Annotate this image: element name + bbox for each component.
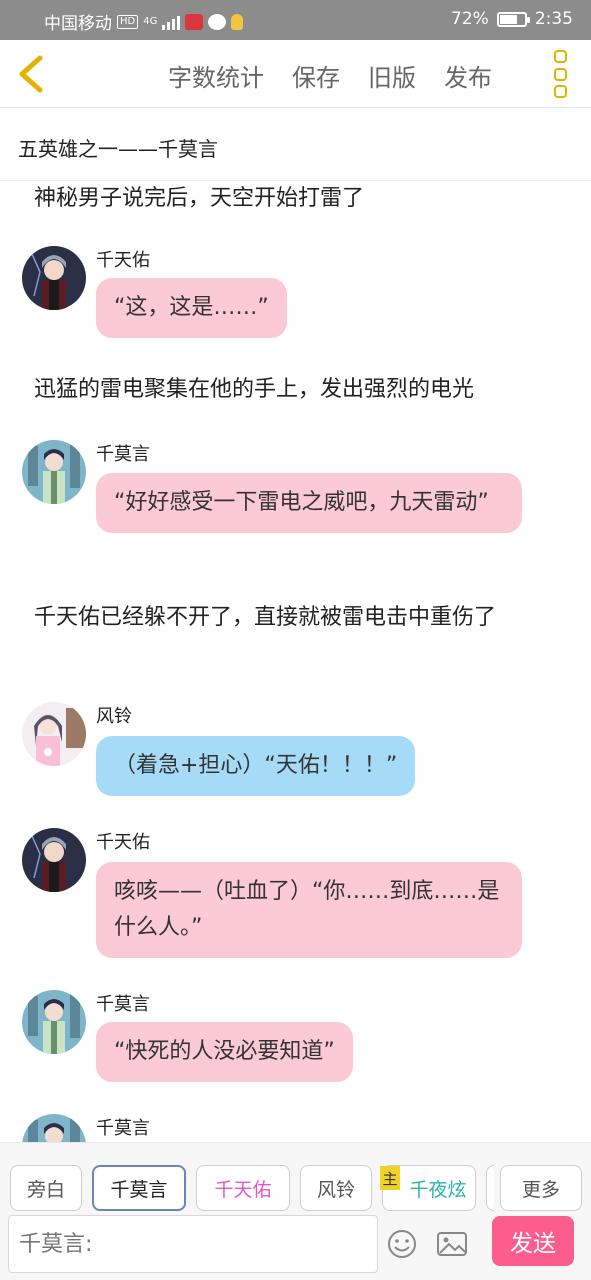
avatar-qianmoyan[interactable] (22, 990, 86, 1054)
more-vertical-icon[interactable] (550, 50, 570, 98)
battery-icon (496, 11, 530, 27)
message-bubble[interactable]: “好好感受一下雷电之威吧，九天雷动” (96, 473, 522, 533)
story-title: 五英雄之一——千莫言 (18, 137, 218, 161)
speaker-name: 风铃 (96, 706, 132, 727)
avatar-qiantianyou[interactable] (22, 828, 86, 892)
editor-toolbar: 字数统计 保存 旧版 发布 (0, 40, 591, 108)
battery-fill (499, 14, 517, 24)
signal-icon (162, 14, 181, 30)
message-bubble[interactable]: “快死的人没必要知道” (96, 1022, 353, 1082)
status-left: 中国移动 HD 4G (44, 9, 244, 34)
publish-button[interactable]: 发布 (444, 58, 492, 93)
speaker-name: 千莫言 (96, 994, 150, 1015)
avatar-qianmoyan[interactable] (22, 1114, 86, 1142)
speaker-name: 千莫言 (96, 444, 150, 465)
chevron-left-icon (19, 55, 43, 93)
message-bubble[interactable]: “这，这是……” (96, 278, 287, 338)
app-notification-icon (185, 13, 204, 30)
hd-indicator: HD (117, 14, 139, 29)
speaker-name: 千莫言 (96, 1118, 150, 1139)
narration-text: 神秘男子说完后，天空开始打雷了 (34, 186, 365, 211)
character-chip-qianmoyan[interactable]: 千莫言 (92, 1165, 186, 1211)
story-title-bar[interactable]: 五英雄之一——千莫言 (0, 109, 591, 181)
save-button[interactable]: 保存 (292, 58, 340, 93)
input-row: 发送 (0, 1212, 591, 1280)
message-bubble[interactable]: （着急+担心）“天佑！！！” (96, 736, 416, 796)
image-icon[interactable] (436, 1228, 468, 1260)
character-chip-narrator[interactable]: 旁白 (10, 1165, 82, 1211)
avatar-fengling[interactable] (22, 702, 86, 766)
more-characters-button[interactable]: 更多 (500, 1165, 582, 1211)
speaker-name: 千天佑 (96, 832, 150, 853)
speaker-name: 千天佑 (96, 250, 150, 271)
message-input[interactable] (8, 1215, 378, 1273)
send-button[interactable]: 发送 (492, 1216, 574, 1266)
network-type: 4G (143, 15, 158, 27)
message-bubble[interactable]: 咳咳——（吐血了）“你……到底……是什么人。” (96, 862, 522, 958)
character-chip-fengling[interactable]: 风铃 (300, 1165, 372, 1211)
carrier-name: 中国移动 (44, 14, 112, 34)
character-chip-partial[interactable] (486, 1165, 494, 1211)
avatar-qianmoyan[interactable] (22, 440, 86, 504)
narration-text: 千天佑已经躲不开了，直接就被雷电击中重伤了 (34, 605, 497, 630)
word-count-button[interactable]: 字数统计 (168, 58, 264, 93)
chat-notification-icon (208, 13, 227, 30)
toolbar-actions: 字数统计 保存 旧版 发布 (168, 58, 492, 93)
character-chip-qiantianyou[interactable]: 千天佑 (196, 1165, 290, 1211)
narration-text: 迅猛的雷电聚集在他的手上，发出强烈的电光 (34, 377, 475, 402)
bulb-notification-icon (231, 13, 244, 30)
main-character-badge: 主 (380, 1166, 400, 1190)
battery-percent: 72% (451, 9, 489, 29)
chat-scroll-area[interactable]: 神秘男子说完后，天空开始打雷了 千天佑 “这，这是……” 迅猛的雷电聚集在他的手… (0, 182, 591, 1142)
status-right: 72% 2:35 (451, 9, 573, 29)
status-bar: 中国移动 HD 4G 72% 2:35 (0, 0, 591, 40)
old-version-button[interactable]: 旧版 (368, 58, 416, 93)
character-selector-bar: 旁白 千莫言 千天佑 风铃 千夜炫 更多 (0, 1142, 591, 1212)
back-button[interactable] (14, 52, 50, 96)
clock: 2:35 (534, 9, 573, 29)
smiley-icon[interactable] (386, 1228, 418, 1260)
avatar-qiantianyou[interactable] (22, 246, 86, 310)
